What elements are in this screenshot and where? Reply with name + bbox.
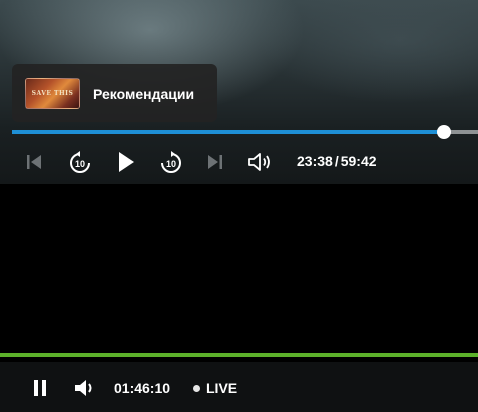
time-display: 23:38/59:42 xyxy=(297,153,377,169)
skip-next-icon[interactable] xyxy=(205,150,225,174)
live-control-bar: 01:46:10 LIVE xyxy=(0,362,478,412)
rewind-10-icon[interactable]: 10 xyxy=(67,150,93,176)
duration: 59:42 xyxy=(340,153,377,169)
live-progress-line xyxy=(0,353,478,357)
live-label: LIVE xyxy=(206,380,238,396)
time-separator: / xyxy=(334,153,339,169)
recommendations-chip[interactable]: SAVE THIS Рекомендации xyxy=(12,64,217,122)
skip-previous-icon[interactable] xyxy=(23,150,45,174)
live-badge[interactable]: LIVE xyxy=(193,380,237,396)
play-icon[interactable] xyxy=(114,149,138,175)
current-time: 23:38 xyxy=(297,153,333,169)
volume-icon[interactable] xyxy=(246,150,274,174)
video-frame[interactable]: SAVE THIS Рекомендации 10 10 23:38 / 59:… xyxy=(0,0,478,184)
forward-10-icon[interactable]: 10 xyxy=(158,150,184,176)
thumbnail-title: SAVE THIS xyxy=(31,90,74,97)
rewind-seconds-label: 10 xyxy=(75,159,85,169)
forward-seconds-label: 10 xyxy=(166,159,176,169)
progress-handle[interactable] xyxy=(436,125,451,139)
recommendation-thumbnail: SAVE THIS xyxy=(25,78,80,109)
live-time: 01:46:10 xyxy=(114,380,171,396)
recommendations-label: Рекомендации xyxy=(93,86,195,102)
live-dot-icon xyxy=(193,384,200,392)
progress-fill xyxy=(12,130,444,134)
pause-icon[interactable] xyxy=(30,378,50,398)
progress-bar[interactable] xyxy=(12,125,478,139)
volume-icon[interactable] xyxy=(73,378,97,398)
